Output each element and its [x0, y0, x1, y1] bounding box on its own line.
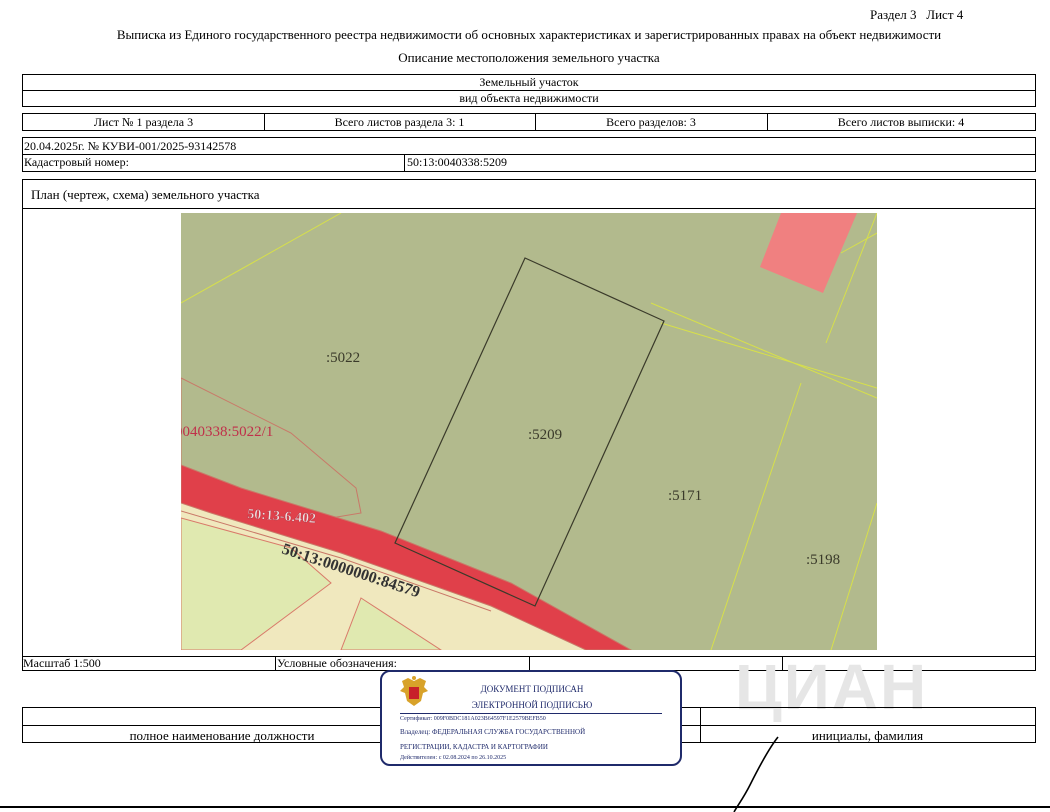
plan-label: План (чертеж, схема) земельного участка [31, 187, 260, 202]
position-label: полное наименование должности [129, 728, 315, 743]
document-title: Выписка из Единого государственного реес… [116, 27, 942, 42]
object-table: Земельный участок вид объекта недвижимос… [22, 74, 1036, 107]
total-sections: Всего разделов: 3 [606, 115, 696, 129]
cadastral-map: :5022 :5209 :5171 :5198 0040338:5022/1 5… [181, 213, 877, 650]
label-5022: :5022 [326, 350, 360, 366]
stamp-owner-2: РЕГИСТРАЦИИ, КАДАСТРА И КАРТОГРАФИИ [400, 743, 548, 751]
cadastral-map-drawing: :5022 :5209 :5171 :5198 0040338:5022/1 5… [181, 213, 877, 650]
electronic-signature-stamp: ДОКУМЕНТ ПОДПИСАН ЭЛЕКТРОННОЙ ПОДПИСЬЮ С… [380, 670, 682, 766]
section-sheet: Раздел 3 Лист 4 [870, 7, 964, 22]
label-subzone-5022-1: 0040338:5022/1 [181, 424, 273, 440]
object-name: Земельный участок [479, 75, 579, 89]
scale-label: Масштаб 1:500 [23, 656, 101, 670]
cadastral-number: 50:13:0040338:5209 [407, 155, 508, 169]
total-section-sheets: Всего листов раздела 3: 1 [334, 115, 465, 129]
stamp-owner-1: Владелец: ФЕДЕРАЛЬНАЯ СЛУЖБА ГОСУДАРСТВЕ… [400, 728, 586, 736]
legend-label: Условные обозначения: [277, 656, 398, 670]
stamp-line-1: ДОКУМЕНТ ПОДПИСАН [480, 684, 584, 694]
sheet-number: Лист № 1 раздела 3 [93, 115, 194, 129]
label-5209: :5209 [528, 427, 562, 443]
label-5171: :5171 [668, 488, 702, 504]
object-kind-label: вид объекта недвижимости [459, 91, 599, 105]
document-subtitle: Описание местоположения земельного участ… [398, 50, 660, 65]
sheets-table: Лист № 1 раздела 3 Всего листов раздела … [22, 113, 1036, 131]
cadastral-label: Кадастровый номер: [24, 155, 129, 169]
stamp-line-2: ЭЛЕКТРОННОЙ ПОДПИСЬЮ [471, 700, 593, 710]
bottom-rule [0, 806, 1050, 808]
total-extract-sheets: Всего листов выписки: 4 [837, 115, 965, 129]
signature-stroke [733, 736, 779, 812]
stamp-certificate: Сертификат: 009F0BDC181A023B64597F1E2579… [400, 716, 546, 722]
record-table: 20.04.2025г. № КУВИ-001/2025-93142578 Ка… [22, 137, 1036, 172]
stamp-validity: Действителен: с 02.08.2024 по 26.10.2025 [400, 755, 507, 761]
label-5198: :5198 [806, 552, 840, 568]
date-number: 20.04.2025г. № КУВИ-001/2025-93142578 [24, 139, 237, 153]
